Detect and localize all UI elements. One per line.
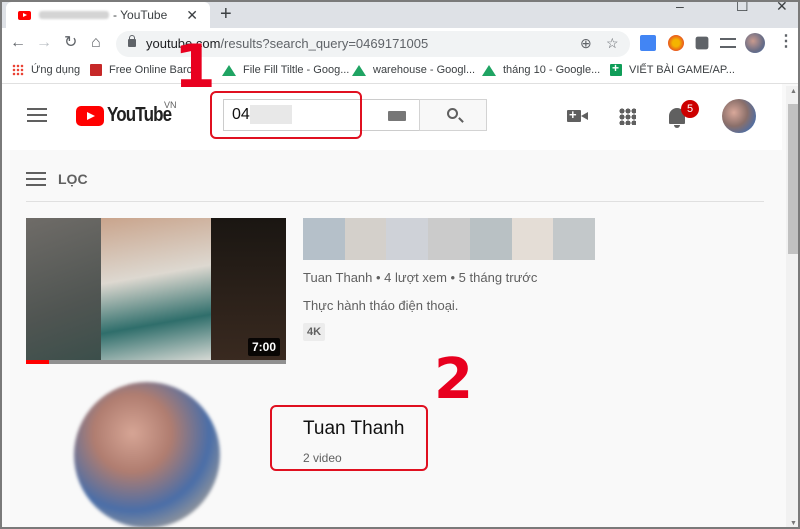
scroll-up-arrow-icon[interactable]: ▲ <box>790 88 797 95</box>
forward-button[interactable]: → <box>36 34 52 52</box>
video-thumbnail[interactable]: 7:00 <box>26 218 286 364</box>
blurred-tab-title <box>39 11 109 19</box>
youtube-favicon-icon <box>18 10 31 20</box>
bookmark-file-fill-title[interactable]: File Fill Tiltle - Goog... <box>222 64 349 76</box>
4k-badge: 4K <box>303 323 326 341</box>
profile-avatar[interactable] <box>745 33 765 53</box>
thumbnail-frame <box>101 218 211 364</box>
search-icon <box>447 108 458 119</box>
video-duration: 7:00 <box>247 338 280 356</box>
account-avatar[interactable] <box>722 99 756 133</box>
address-bar-row: ← → ↻ ⌂ youtube.com/results?search_query… <box>2 28 798 60</box>
annotation-step-1: 1 <box>174 32 216 102</box>
google-drive-icon <box>482 64 496 76</box>
minimize-button[interactable]: – <box>676 2 684 14</box>
youtube-logo[interactable]: YouTube VN <box>76 100 183 127</box>
bookmark-viet-bai-game[interactable]: VIẾT BÀI GAME/AP... <box>610 61 735 76</box>
google-translate-icon[interactable] <box>640 35 656 51</box>
browser-menu-icon[interactable]: ⋮ <box>778 33 794 51</box>
filter-sliders-icon <box>26 170 46 188</box>
video-title-redacted[interactable] <box>303 218 596 260</box>
thumbnail-frame <box>26 218 101 364</box>
tab-youtube[interactable]: - YouTube ✕ <box>6 2 210 28</box>
browser-window: - YouTube ✕ + – ☐ ✕ ← → ↻ ⌂ youtube.com/… <box>2 2 798 527</box>
bookmark-star-icon[interactable]: ☆ <box>606 35 619 52</box>
google-drive-icon <box>352 64 366 76</box>
google-sheets-icon <box>610 61 622 76</box>
apps-icon <box>12 64 24 76</box>
youtube-header: YouTube VN 04 5 <box>2 84 782 150</box>
divider <box>26 201 764 202</box>
extensions-puzzle-icon[interactable] <box>695 36 709 50</box>
close-window-button[interactable]: ✕ <box>776 2 788 15</box>
filter-label: LỌC <box>58 171 88 187</box>
back-button[interactable]: ← <box>10 34 26 52</box>
notification-count-badge: 5 <box>681 100 699 118</box>
tab-strip: - YouTube ✕ + – ☐ ✕ <box>2 2 798 28</box>
annotation-box-search <box>210 91 362 139</box>
maximize-button[interactable]: ☐ <box>736 2 749 15</box>
zoom-icon[interactable]: ⊕ <box>580 35 592 52</box>
scrollbar-thumb[interactable] <box>788 104 798 254</box>
bookmark-thang-10[interactable]: tháng 10 - Google... <box>482 64 600 76</box>
watch-progress-track <box>26 360 286 364</box>
filter-button[interactable]: LỌC <box>26 170 88 188</box>
home-button[interactable]: ⌂ <box>91 34 101 52</box>
channel-avatar[interactable] <box>74 382 220 527</box>
google-drive-icon <box>222 64 236 76</box>
new-tab-button[interactable]: + <box>220 4 232 24</box>
bookmark-apps[interactable]: Ứng dụng <box>12 64 80 76</box>
page-scrollbar[interactable]: ▲ ▼ <box>786 86 798 527</box>
bookmark-warehouse[interactable]: warehouse - Googl... <box>352 64 475 76</box>
annotation-step-2: 2 <box>434 347 473 412</box>
video-description: Thực hành tháo điện thoại. <box>303 298 459 313</box>
search-button[interactable] <box>419 99 487 131</box>
tab-title: - YouTube <box>113 8 168 22</box>
watch-progress-bar <box>26 360 50 364</box>
scroll-down-arrow-icon[interactable]: ▼ <box>790 520 797 527</box>
keyboard-icon[interactable] <box>388 111 406 121</box>
media-control-icon[interactable] <box>720 38 736 48</box>
apps-grid-icon[interactable] <box>619 108 636 125</box>
reload-button[interactable]: ↻ <box>64 34 77 52</box>
bookmarks-bar: Ứng dụng Free Online Barco File Fill Til… <box>2 60 798 84</box>
extension-fire-icon[interactable] <box>668 35 684 51</box>
annotation-box-channel <box>270 405 428 471</box>
barcode-icon <box>90 64 102 76</box>
youtube-play-icon <box>76 105 104 126</box>
hamburger-menu-icon[interactable] <box>27 108 47 122</box>
create-video-icon[interactable] <box>567 107 588 122</box>
video-meta: Tuan Thanh • 4 lượt xem • 5 tháng trước <box>303 270 538 285</box>
lock-icon <box>128 35 136 47</box>
close-tab-icon[interactable]: ✕ <box>186 7 198 24</box>
youtube-wordmark: YouTube <box>107 104 172 126</box>
